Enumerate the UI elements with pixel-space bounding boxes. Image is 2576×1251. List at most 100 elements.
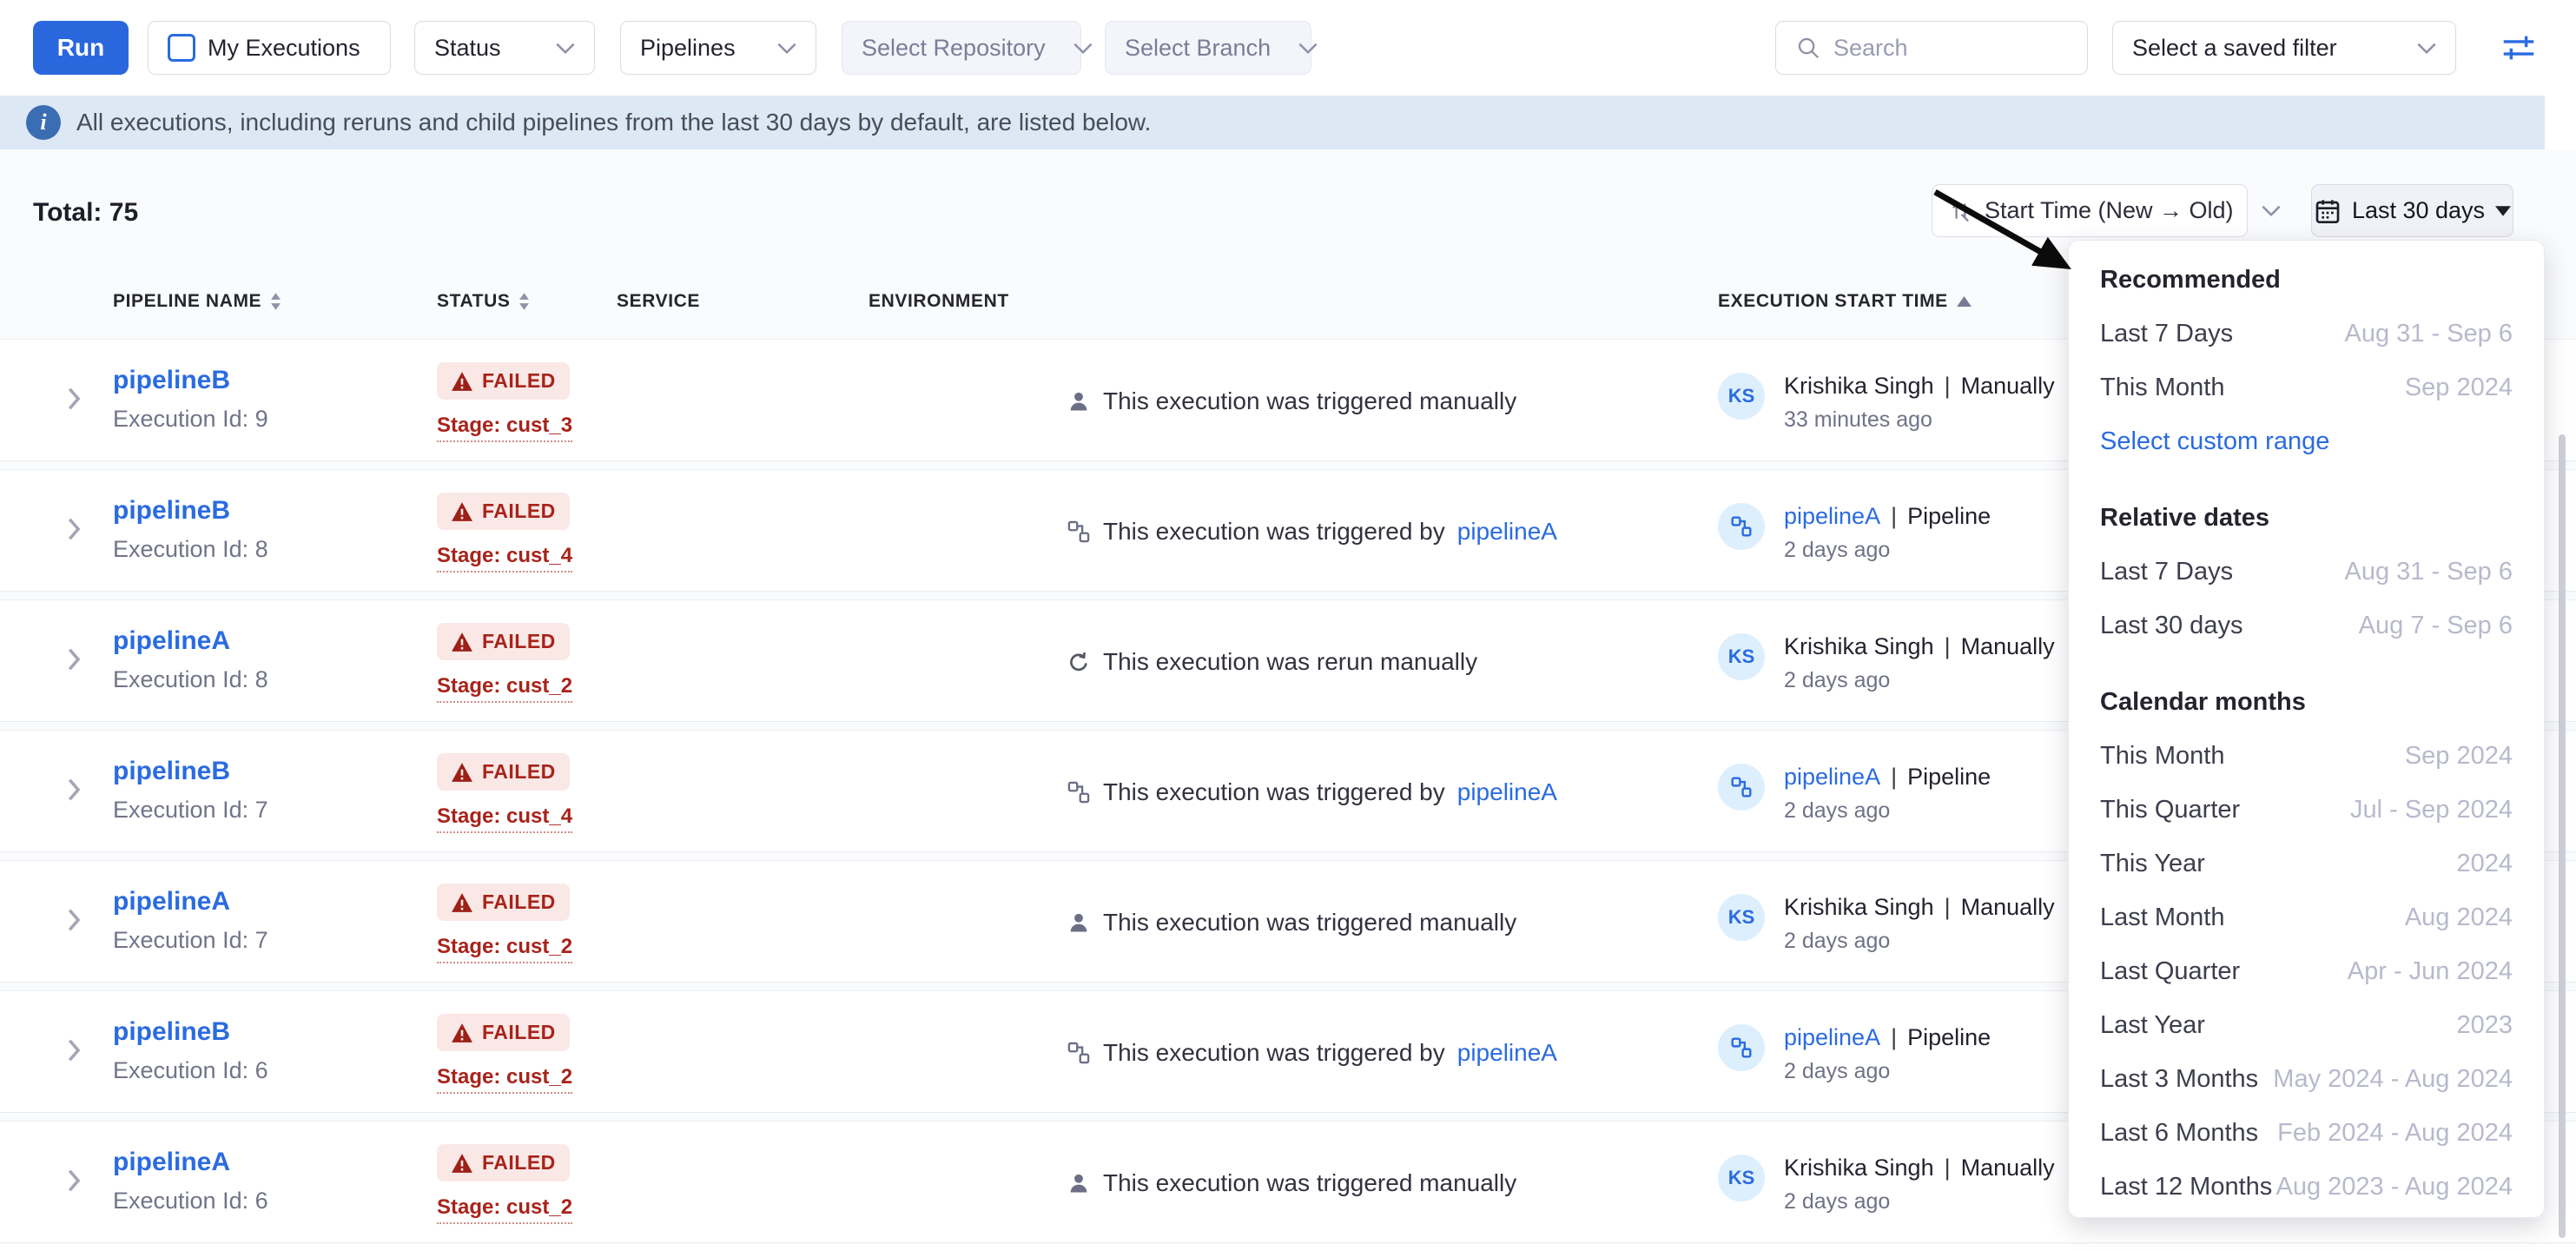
date-range-menu: Recommended Last 7 Days Aug 31 - Sep 6 T… — [2068, 240, 2545, 1218]
expand-chevron-icon[interactable] — [68, 778, 81, 802]
menu-section: Recommended Last 7 Days Aug 31 - Sep 6 T… — [2069, 253, 2544, 468]
chevron-down-icon — [2417, 43, 2436, 54]
date-range-option[interactable]: Last Quarter Apr - Jun 2024 — [2069, 944, 2544, 998]
date-range-option[interactable]: Last 7 Days Aug 31 - Sep 6 — [2069, 307, 2544, 361]
date-range-option[interactable]: This Month Sep 2024 — [2069, 361, 2544, 414]
date-range-option[interactable]: Last 30 days Aug 7 - Sep 6 — [2069, 599, 2544, 652]
pipeline-avatar-icon — [1730, 776, 1753, 798]
failed-stage-link[interactable]: Stage: cust_2 — [437, 935, 572, 963]
date-range-option[interactable]: Last 12 Months Aug 2023 - Aug 2024 — [2069, 1160, 2544, 1214]
expand-chevron-icon[interactable] — [68, 1038, 81, 1062]
failed-stage-link[interactable]: Stage: cust_2 — [437, 1065, 572, 1094]
date-range-option[interactable]: Select custom range — [2069, 414, 2544, 468]
date-range-option[interactable]: This Year 2024 — [2069, 837, 2544, 890]
option-value: Sep 2024 — [2405, 374, 2513, 402]
pipeline-name-link[interactable]: pipelineB — [113, 1017, 230, 1046]
status-badge: FAILED — [437, 884, 570, 921]
saved-filter-dropdown[interactable]: Select a saved filter — [2112, 21, 2456, 75]
option-value: Jul - Sep 2024 — [2350, 796, 2513, 824]
info-icon: i — [26, 105, 61, 140]
starter-name[interactable]: Krishika Singh — [1784, 1155, 1934, 1181]
sliders-icon — [2500, 29, 2538, 67]
chevron-down-icon — [1298, 43, 1318, 54]
starter-line: Krishika Singh|Manually — [1784, 1155, 2055, 1182]
avatar — [1718, 1024, 1765, 1071]
status-label: FAILED — [482, 1151, 556, 1175]
expand-chevron-icon[interactable] — [68, 1168, 81, 1193]
my-executions-filter[interactable]: My Executions — [148, 21, 391, 75]
sort-dropdown[interactable]: Start Time (New → Old) — [1932, 184, 2248, 237]
expand-chevron-icon[interactable] — [68, 908, 81, 932]
chevron-down-icon — [556, 43, 575, 54]
filter-settings-button[interactable] — [2496, 25, 2541, 70]
status-label: FAILED — [482, 369, 556, 393]
scrollbar[interactable] — [2559, 434, 2566, 1238]
pipeline-name-link[interactable]: pipelineA — [113, 887, 230, 916]
sort-asc-icon — [1957, 296, 1972, 307]
warning-icon — [451, 1023, 473, 1043]
pipeline-name-link[interactable]: pipelineB — [113, 757, 230, 785]
status-badge: FAILED — [437, 623, 570, 660]
pipeline-name-link[interactable]: pipelineB — [113, 366, 230, 394]
status-badge: FAILED — [437, 1144, 570, 1182]
total-count: Total: 75 — [33, 198, 138, 228]
warning-icon — [451, 501, 473, 522]
starter-name[interactable]: pipelineA — [1784, 503, 1880, 529]
expand-chevron-icon[interactable] — [68, 517, 81, 541]
expand-chevron-icon[interactable] — [68, 387, 81, 411]
header-pipeline-name[interactable]: PIPELINE NAME — [113, 291, 281, 312]
failed-stage-link[interactable]: Stage: cust_4 — [437, 544, 572, 573]
trigger-pipeline-link[interactable]: pipelineA — [1457, 778, 1557, 806]
repository-filter-dropdown[interactable]: Select Repository — [842, 21, 1081, 75]
trigger-pipeline-link[interactable]: pipelineA — [1457, 518, 1557, 546]
trigger-pipeline-link[interactable]: pipelineA — [1457, 1039, 1557, 1067]
branch-filter-dropdown[interactable]: Select Branch — [1105, 21, 1311, 75]
status-filter-dropdown[interactable]: Status — [414, 21, 595, 75]
failed-stage-link[interactable]: Stage: cust_4 — [437, 804, 572, 833]
search-input[interactable] — [1833, 35, 2068, 62]
date-range-option[interactable]: Last 3 Months May 2024 - Aug 2024 — [2069, 1052, 2544, 1106]
avatar: KS — [1718, 373, 1765, 420]
menu-section-header: Recommended — [2069, 253, 2544, 307]
date-range-option[interactable]: Last Year 2023 — [2069, 998, 2544, 1052]
starter-line: Krishika Singh|Manually — [1784, 633, 2055, 660]
expand-chevron-icon[interactable] — [68, 647, 81, 672]
header-execution-start-time[interactable]: EXECUTION START TIME — [1718, 291, 1972, 312]
option-label: This Quarter — [2100, 796, 2240, 824]
date-range-option[interactable]: Last 7 Days Aug 31 - Sep 6 — [2069, 545, 2544, 599]
avatar: KS — [1718, 633, 1765, 680]
menu-section-header: Relative dates — [2069, 491, 2544, 545]
trigger-description: This execution was triggered by — [1103, 518, 1445, 546]
option-value: Aug 31 - Sep 6 — [2345, 320, 2513, 348]
status-badge: FAILED — [437, 753, 570, 791]
pipeline-name-link[interactable]: pipelineA — [113, 626, 230, 655]
failed-stage-link[interactable]: Stage: cust_2 — [437, 1195, 572, 1224]
info-banner-text: All executions, including reruns and chi… — [76, 109, 1151, 136]
pipeline-name-link[interactable]: pipelineB — [113, 496, 230, 525]
date-range-button[interactable]: Last 30 days — [2311, 184, 2513, 237]
date-range-option[interactable]: This Quarter Jul - Sep 2024 — [2069, 783, 2544, 837]
date-range-option[interactable]: Last 6 Months Feb 2024 - Aug 2024 — [2069, 1106, 2544, 1160]
run-button[interactable]: Run — [33, 21, 129, 75]
date-range-option[interactable]: Last Month Aug 2024 — [2069, 890, 2544, 944]
option-value: May 2024 - Aug 2024 — [2273, 1065, 2513, 1094]
failed-stage-link[interactable]: Stage: cust_2 — [437, 674, 572, 703]
starter-name[interactable]: pipelineA — [1784, 1024, 1880, 1050]
status-badge: FAILED — [437, 1014, 570, 1051]
pipeline-name-link[interactable]: pipelineA — [113, 1148, 230, 1176]
chevron-down-icon — [777, 43, 796, 54]
my-executions-checkbox[interactable] — [168, 34, 195, 62]
date-range-option[interactable]: This Month Sep 2024 — [2069, 729, 2544, 783]
option-value: Feb 2024 - Aug 2024 — [2277, 1119, 2513, 1148]
search-field[interactable] — [1775, 21, 2088, 75]
pipelines-filter-dropdown[interactable]: Pipelines — [620, 21, 816, 75]
pipeline-avatar-icon — [1730, 515, 1753, 538]
starter-name[interactable]: Krishika Singh — [1784, 373, 1934, 399]
starter-line: Krishika Singh|Manually — [1784, 894, 2055, 921]
option-label: Last 30 days — [2100, 612, 2242, 640]
starter-name[interactable]: Krishika Singh — [1784, 633, 1934, 659]
header-status[interactable]: STATUS — [437, 291, 530, 312]
starter-name[interactable]: Krishika Singh — [1784, 894, 1934, 920]
failed-stage-link[interactable]: Stage: cust_3 — [437, 414, 572, 442]
starter-name[interactable]: pipelineA — [1784, 764, 1880, 790]
